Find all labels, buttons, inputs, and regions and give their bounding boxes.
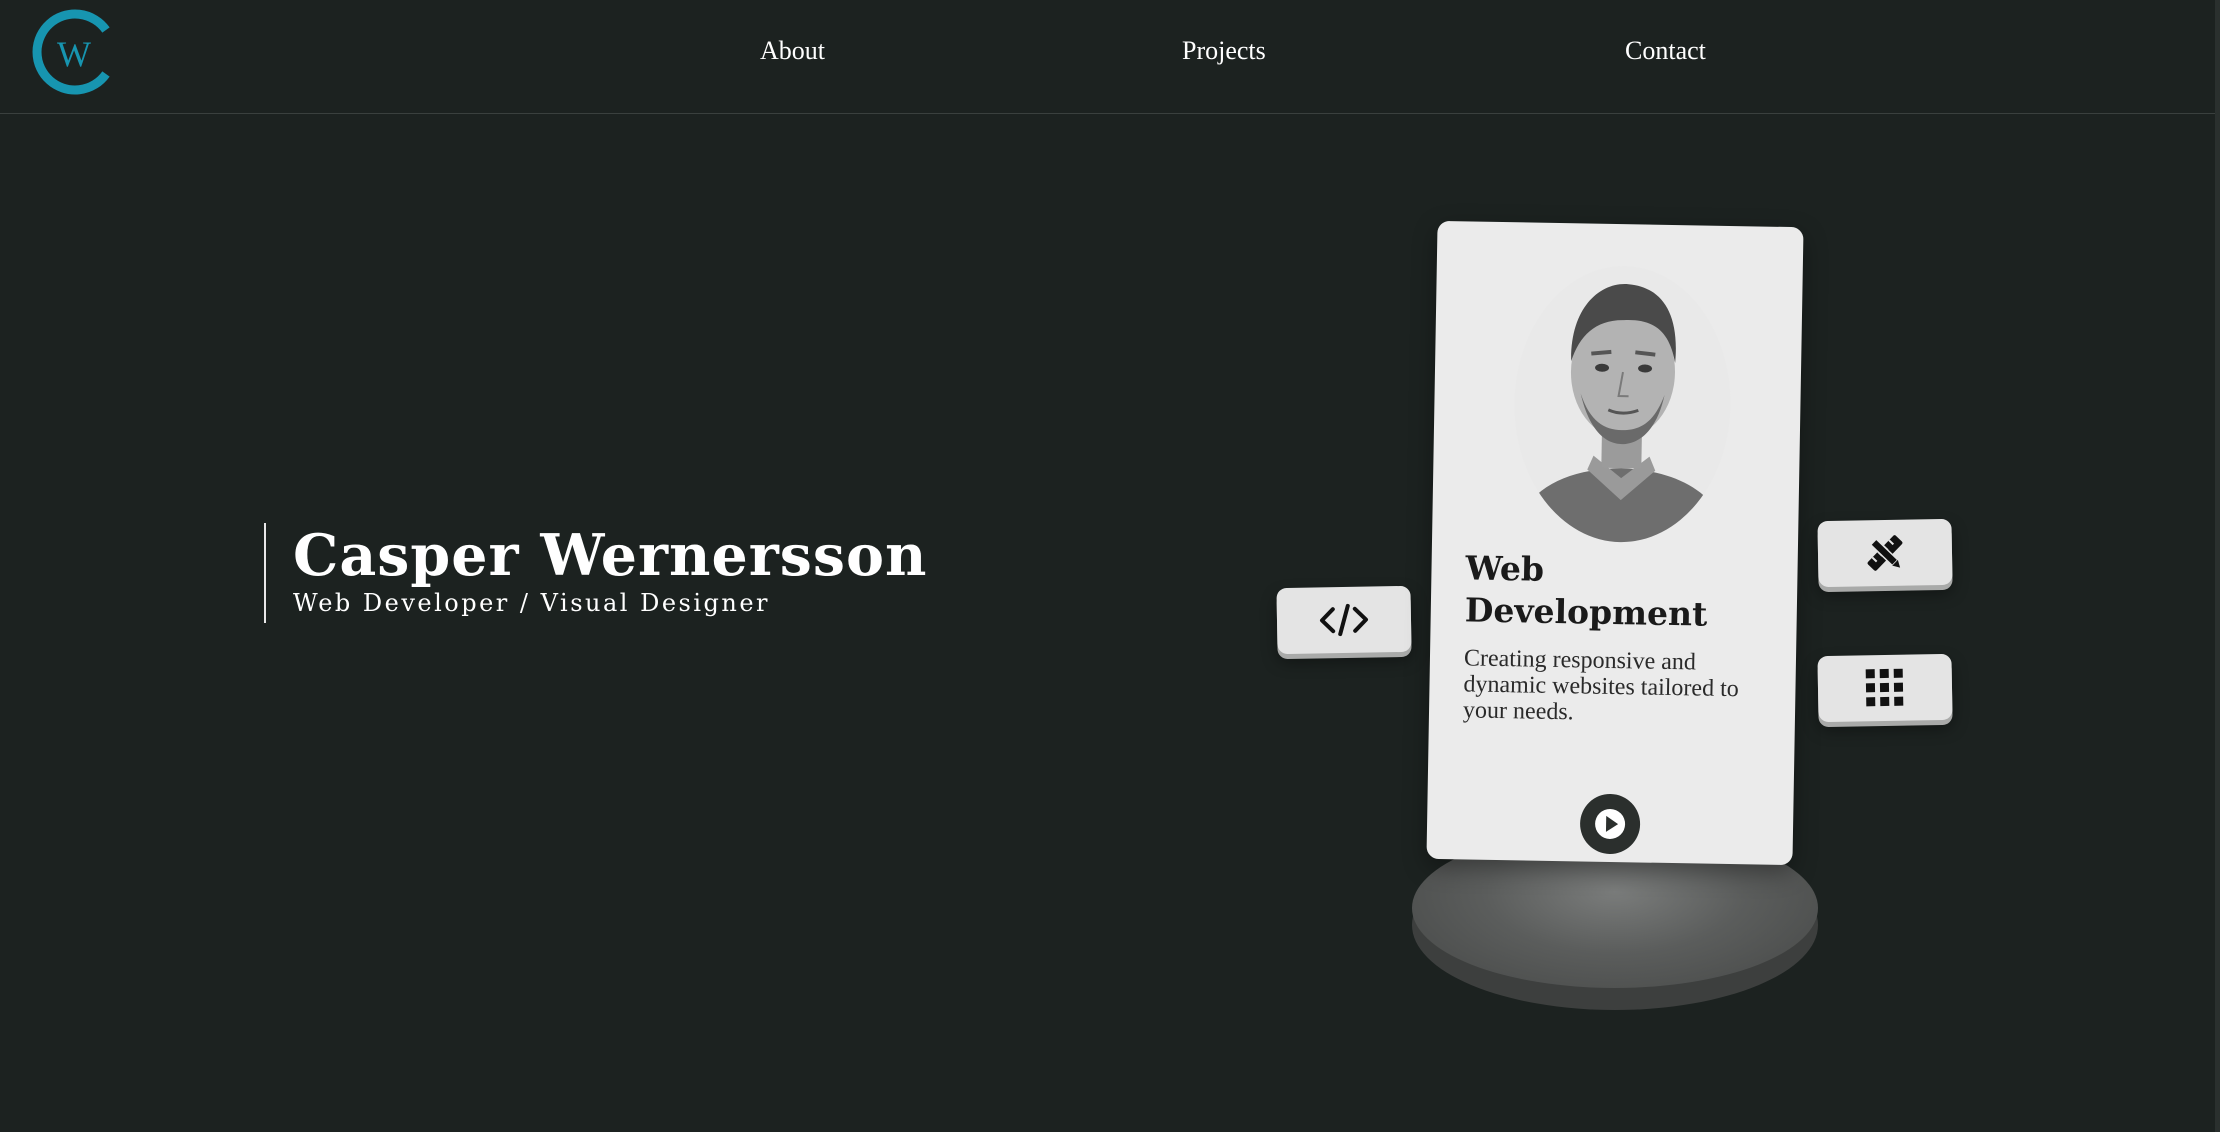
- grid-button[interactable]: [1817, 653, 1953, 723]
- card-description: Creating responsive and dynamic websites…: [1462, 645, 1739, 726]
- play-icon: [1595, 808, 1626, 839]
- service-card[interactable]: Web Development Creating responsive and …: [1426, 220, 1804, 866]
- code-button[interactable]: [1276, 585, 1412, 655]
- play-button[interactable]: [1579, 793, 1641, 855]
- hero-name: Casper Wernersson: [293, 522, 928, 589]
- page: W About Projects Contact Casper Wernerss…: [0, 0, 2220, 1132]
- design-tools-button[interactable]: [1817, 518, 1953, 588]
- code-icon: [1320, 603, 1368, 637]
- scrollbar[interactable]: [2215, 0, 2220, 1132]
- svg-text:W: W: [57, 34, 91, 74]
- hero-subtitle: Web Developer / Visual Designer: [293, 589, 771, 617]
- design-tools-icon: [1867, 535, 1903, 571]
- nav-about-link[interactable]: About: [760, 36, 825, 66]
- card-title: Web Development: [1464, 548, 1708, 634]
- profile-photo: [1512, 264, 1733, 544]
- logo-icon[interactable]: W: [30, 8, 118, 96]
- nav-contact-link[interactable]: Contact: [1625, 36, 1706, 66]
- hero-section: Casper Wernersson Web Developer / Visual…: [264, 523, 927, 623]
- site-header: W About Projects Contact: [0, 0, 2215, 114]
- nav-projects-link[interactable]: Projects: [1182, 36, 1266, 66]
- grid-icon: [1865, 668, 1904, 707]
